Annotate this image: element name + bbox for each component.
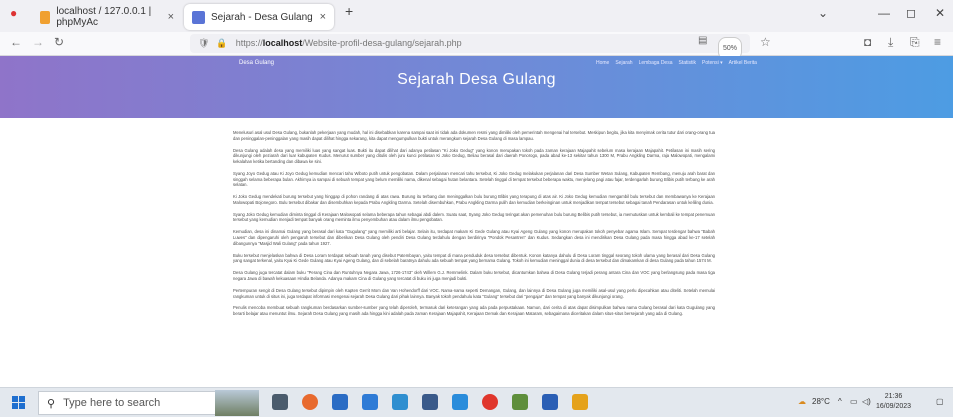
opera-icon[interactable] (482, 394, 498, 410)
url-host: localhost (262, 38, 303, 48)
lock-icon[interactable]: 🔒 (216, 38, 227, 48)
address-bar[interactable]: 🛡 🔒 https://localhost/Website-profil-des… (190, 34, 750, 60)
article-paragraph: Desa Gulang adalah desa yang memiliki lu… (233, 147, 715, 164)
tab-title: localhost / 127.0.0.1 | phpMyAc (56, 6, 152, 28)
phpmyadmin-favicon-icon (40, 10, 51, 24)
app-icon[interactable] (512, 394, 528, 410)
search-icon: ⚲ (47, 397, 56, 410)
article-paragraph: Ki Joko Gedug mendekati burung tersebut … (233, 194, 715, 205)
clock-date: 16/09/2023 (876, 403, 912, 410)
photos-icon[interactable] (452, 394, 468, 410)
article-paragraph: Penulis mencoba membuat sebuah rangkuman… (233, 305, 715, 317)
site-header: Desa Gulang Home Sejarah Lembaga Desa St… (0, 56, 953, 118)
tab-phpmyadmin[interactable]: localhost / 127.0.0.1 | phpMyAc × (32, 4, 182, 30)
history-article: Menelusuri asal usul Desa Gulang, bukanl… (233, 130, 715, 323)
weather-temperature[interactable]: 28°C (812, 397, 830, 406)
show-hidden-icons-icon[interactable]: ^ (838, 397, 842, 406)
file-explorer-icon[interactable] (572, 394, 588, 410)
close-tab-icon[interactable]: × (168, 11, 174, 23)
article-paragraph: Kemudian, desa ini dinamai Gulang yang b… (233, 229, 715, 246)
back-icon[interactable]: ← (10, 35, 22, 49)
site-nav: Home Sejarah Lembaga Desa Statistik Pote… (596, 60, 757, 66)
nav-home[interactable]: Home (596, 60, 609, 66)
notification-icon[interactable]: ▢ (936, 397, 944, 406)
search-placeholder: Type here to search (63, 397, 161, 409)
pocket-icon[interactable]: ◘ (864, 35, 871, 49)
nav-potensi[interactable]: Potensi ▾ (702, 60, 723, 66)
task-view-icon[interactable] (272, 394, 288, 410)
article-paragraph: Buku tersebut menjelaskan bahwa di Desa … (233, 252, 715, 264)
clock-time: 21:36 (884, 393, 903, 400)
volume-icon[interactable]: ◁) (862, 397, 871, 406)
navigation-bar: ← → ↻ 🛡 🔒 https://localhost/Website-prof… (0, 32, 953, 60)
minimize-icon[interactable]: — (878, 6, 890, 20)
url-path: /Website-profil-desa-gulang/sejarah.php (302, 38, 462, 48)
system-clock[interactable]: 21:36 16/09/2023 (876, 392, 911, 412)
bookmark-star-icon[interactable]: ☆ (760, 35, 771, 49)
store-icon[interactable] (392, 394, 408, 410)
mail-icon[interactable] (362, 394, 378, 410)
tab-sejarah[interactable]: Sejarah - Desa Gulang × (184, 4, 334, 30)
firefox-view-icon[interactable]: ● (10, 6, 17, 20)
taskbar-search-input[interactable]: ⚲ Type here to search (38, 391, 218, 415)
nav-sejarah[interactable]: Sejarah (615, 60, 632, 66)
search-highlight-image[interactable] (215, 390, 259, 416)
nav-artikel-berita[interactable]: Artikel Berita (729, 60, 757, 66)
shield-icon[interactable]: 🛡 (198, 38, 209, 48)
article-paragraph: Syang Joko Gedug kemudian diminta tingga… (233, 211, 715, 223)
site-favicon-icon (192, 10, 205, 24)
forward-icon[interactable]: → (32, 35, 44, 49)
article-paragraph: Menelusuri asal usul Desa Gulang, bukanl… (233, 130, 715, 141)
extensions-icon[interactable]: ⎘ (910, 35, 920, 50)
calculator-icon[interactable] (422, 394, 438, 410)
windows-start-icon[interactable] (12, 396, 26, 410)
word-icon[interactable] (332, 394, 348, 410)
article-paragraph: Desa Gulang juga tercatat dalam buku "Pe… (233, 270, 715, 281)
word-doc-icon[interactable] (542, 394, 558, 410)
main-content: Menelusuri asal usul Desa Gulang, bukanl… (0, 118, 953, 387)
reload-icon[interactable]: ↻ (54, 35, 64, 49)
article-paragraph: Pertempuran sengit di Desa Gulang terseb… (233, 287, 715, 299)
firefox-icon[interactable] (302, 394, 318, 410)
list-all-tabs-icon[interactable]: ⌄ (818, 6, 828, 20)
site-brand[interactable]: Desa Gulang (239, 60, 274, 66)
url-prefix: https:// (235, 38, 263, 48)
page-title: Sejarah Desa Gulang (397, 71, 556, 88)
taskbar: ⚲ Type here to search ☁ 28°C ^ ▭ ◁) 21:3… (0, 387, 953, 417)
nav-statistik[interactable]: Statistik (679, 60, 697, 66)
browser-tab-strip: ● localhost / 127.0.0.1 | phpMyAc × Seja… (0, 0, 953, 32)
tab-title: Sejarah - Desa Gulang (211, 11, 313, 23)
menu-icon[interactable]: ≡ (934, 35, 941, 49)
article-paragraph: Syang Joyo Gedug atau Ki Joyo Gedug kemu… (233, 170, 715, 188)
new-tab-button[interactable]: + (345, 3, 353, 19)
close-tab-icon[interactable]: × (320, 11, 326, 23)
weather-icon[interactable]: ☁ (798, 397, 806, 406)
nav-lembaga-desa[interactable]: Lembaga Desa (639, 60, 673, 66)
maximize-icon[interactable]: ◻ (906, 6, 916, 20)
downloads-icon[interactable]: ⤓ (888, 35, 893, 50)
close-window-icon[interactable]: ✕ (935, 6, 945, 20)
reader-view-icon[interactable]: ▤ (698, 35, 707, 46)
network-icon[interactable]: ▭ (850, 397, 858, 406)
